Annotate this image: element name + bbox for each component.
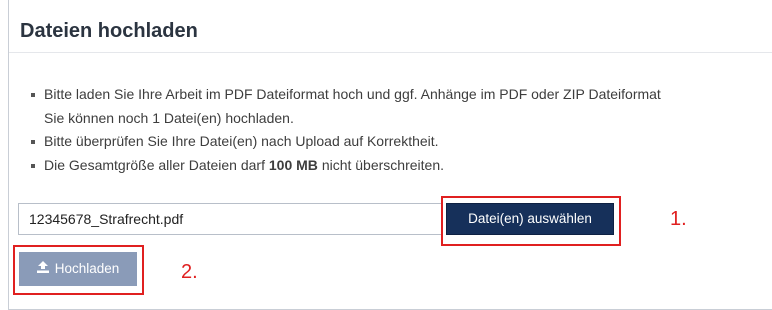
instruction-item: Die Gesamtgröße aller Dateien darf 100 M… <box>31 154 661 178</box>
title-divider <box>9 52 772 53</box>
instruction-item: Bitte laden Sie Ihre Arbeit im PDF Datei… <box>31 83 661 107</box>
instructions-list: Bitte laden Sie Ihre Arbeit im PDF Datei… <box>31 83 661 177</box>
choose-files-button[interactable]: Datei(en) auswählen <box>446 203 614 235</box>
size-limit: 100 MB <box>268 156 318 173</box>
instruction-item: Bitte überprüfen Sie Ihre Datei(en) nach… <box>31 130 661 154</box>
upload-button[interactable]: Hochladen <box>19 252 137 286</box>
annotation-step-2: 2. <box>181 261 198 283</box>
section-title: Dateien hochladen <box>20 20 198 42</box>
selected-file-field[interactable]: 12345678_Strafrecht.pdf <box>18 203 443 235</box>
annotation-step-1: 1. <box>670 208 687 230</box>
upload-button-label: Hochladen <box>54 261 120 276</box>
upload-icon <box>36 252 49 286</box>
instruction-item-continued: Sie können noch 1 Datei(en) hochladen. <box>44 109 294 126</box>
